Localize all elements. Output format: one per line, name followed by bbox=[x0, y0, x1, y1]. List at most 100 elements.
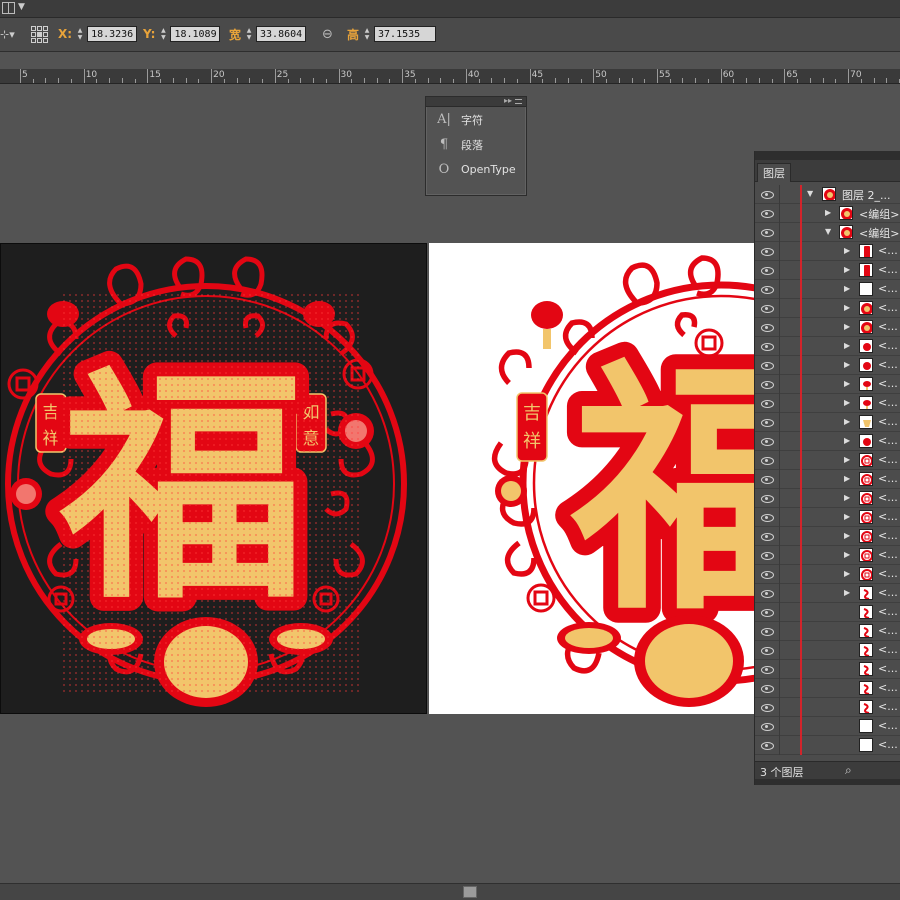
width-stepper[interactable]: ▲ ▼ bbox=[244, 26, 254, 42]
layer-name[interactable]: <... bbox=[878, 244, 898, 257]
sublayer-row[interactable]: ▶ <... bbox=[755, 261, 900, 280]
sublayer-row[interactable]: ▶ <... bbox=[755, 299, 900, 318]
layer-name[interactable]: <... bbox=[878, 434, 898, 447]
width-field[interactable]: 33.8604 bbox=[256, 26, 307, 42]
panel-item-paragraph[interactable]: ¶ 段落 bbox=[426, 132, 526, 157]
horizontal-ruler[interactable]: 5 10 15 20 25 30 35 40 45 50 55 60 65 70 bbox=[0, 69, 900, 84]
layer-name[interactable]: <... bbox=[878, 662, 898, 675]
chevron-down-icon[interactable]: ▼ bbox=[18, 2, 25, 12]
expand-arrow-right-icon[interactable]: ▶ bbox=[844, 265, 850, 274]
layer-name[interactable]: <... bbox=[878, 643, 898, 656]
sublayer-row[interactable]: ▶ <... bbox=[755, 584, 900, 603]
sublayer-row[interactable]: <... bbox=[755, 679, 900, 698]
eye-icon[interactable] bbox=[761, 721, 774, 731]
layer-name[interactable]: <... bbox=[878, 358, 898, 371]
layer-name[interactable]: <... bbox=[878, 586, 898, 599]
horizontal-scrollbar[interactable] bbox=[0, 883, 900, 900]
tab-layers[interactable]: 图层 bbox=[757, 163, 791, 182]
eye-icon[interactable] bbox=[761, 246, 774, 256]
sublayer-row[interactable]: ▶ <... bbox=[755, 375, 900, 394]
expand-arrow-right-icon[interactable]: ▶ bbox=[844, 360, 850, 369]
eye-icon[interactable] bbox=[761, 664, 774, 674]
sublayer-row[interactable]: ▶ <... bbox=[755, 394, 900, 413]
eye-icon[interactable] bbox=[761, 607, 774, 617]
height-stepper[interactable]: ▲ ▼ bbox=[362, 26, 372, 42]
eye-icon[interactable] bbox=[761, 436, 774, 446]
expand-arrow-right-icon[interactable]: ▶ bbox=[844, 398, 850, 407]
layer-name[interactable]: <... bbox=[878, 738, 898, 751]
x-field[interactable]: 18.3236 bbox=[87, 26, 138, 42]
layer-name[interactable]: <... bbox=[878, 396, 898, 409]
sublayer-row[interactable]: ▶ <... bbox=[755, 451, 900, 470]
sublayer-row[interactable]: ▶ <... bbox=[755, 527, 900, 546]
reference-point-icon[interactable] bbox=[31, 26, 48, 43]
sublayer-row[interactable]: ▶ <... bbox=[755, 318, 900, 337]
sublayer-row[interactable]: ▶ <... bbox=[755, 489, 900, 508]
layer-name[interactable]: <... bbox=[878, 301, 898, 314]
eye-icon[interactable] bbox=[761, 398, 774, 408]
eye-icon[interactable] bbox=[761, 208, 774, 218]
eye-icon[interactable] bbox=[761, 550, 774, 560]
expand-arrow-down-icon[interactable]: ▼ bbox=[825, 227, 831, 236]
eye-icon[interactable] bbox=[761, 626, 774, 636]
layer-name[interactable]: <... bbox=[878, 472, 898, 485]
eye-icon[interactable] bbox=[761, 531, 774, 541]
eye-icon[interactable] bbox=[761, 493, 774, 503]
eye-icon[interactable] bbox=[761, 189, 774, 199]
expand-arrow-right-icon[interactable]: ▶ bbox=[844, 493, 850, 502]
expand-arrow-down-icon[interactable]: ▼ bbox=[807, 189, 813, 198]
layer-name[interactable]: <... bbox=[878, 491, 898, 504]
layer-name[interactable]: <... bbox=[878, 548, 898, 561]
layer-name[interactable]: <编组> bbox=[859, 225, 899, 241]
layer-name[interactable]: <... bbox=[878, 567, 898, 580]
panel-item-character[interactable]: A| 字符 bbox=[426, 107, 526, 132]
sublayer-row[interactable]: ▶ <编组> bbox=[755, 204, 900, 223]
height-field[interactable]: 37.1535 bbox=[374, 26, 437, 42]
sublayer-row[interactable]: <... bbox=[755, 603, 900, 622]
expand-arrow-right-icon[interactable]: ▶ bbox=[844, 588, 850, 597]
sublayer-row[interactable]: ▶ <... bbox=[755, 413, 900, 432]
eye-icon[interactable] bbox=[761, 341, 774, 351]
eye-icon[interactable] bbox=[761, 740, 774, 750]
eye-icon[interactable] bbox=[761, 322, 774, 332]
panel-item-opentype[interactable]: O OpenType bbox=[426, 157, 526, 182]
layer-name[interactable]: <... bbox=[878, 700, 898, 713]
expand-arrow-right-icon[interactable]: ▶ bbox=[825, 208, 831, 217]
eye-icon[interactable] bbox=[761, 265, 774, 275]
sublayer-row[interactable]: ▶ <... bbox=[755, 565, 900, 584]
layer-name[interactable]: <... bbox=[878, 681, 898, 694]
panel-resize-grip[interactable] bbox=[755, 779, 900, 785]
sublayer-row[interactable]: ▶ <... bbox=[755, 242, 900, 261]
sublayer-row[interactable]: <... bbox=[755, 660, 900, 679]
transform-options-icon[interactable]: ⊹▾ bbox=[0, 28, 15, 41]
eye-icon[interactable] bbox=[761, 512, 774, 522]
eye-icon[interactable] bbox=[761, 588, 774, 598]
layer-row[interactable]: ▼ 图层 2_... bbox=[755, 185, 900, 204]
x-stepper[interactable]: ▲ ▼ bbox=[75, 26, 85, 42]
expand-arrow-right-icon[interactable]: ▶ bbox=[844, 303, 850, 312]
expand-arrow-right-icon[interactable]: ▶ bbox=[844, 550, 850, 559]
eye-icon[interactable] bbox=[761, 284, 774, 294]
sublayer-row[interactable]: <... bbox=[755, 698, 900, 717]
layer-name[interactable]: <... bbox=[878, 339, 898, 352]
artwork-selected-view[interactable]: 吉 祥 如 意 福 福 bbox=[0, 243, 427, 714]
expand-arrow-right-icon[interactable]: ▶ bbox=[844, 455, 850, 464]
eye-icon[interactable] bbox=[761, 683, 774, 693]
scroll-thumb[interactable] bbox=[463, 886, 477, 898]
layer-name[interactable]: <... bbox=[878, 377, 898, 390]
panel-menu-icon[interactable] bbox=[515, 99, 522, 104]
eye-icon[interactable] bbox=[761, 227, 774, 237]
eye-icon[interactable] bbox=[761, 645, 774, 655]
y-stepper[interactable]: ▲ ▼ bbox=[158, 26, 168, 42]
expand-arrow-right-icon[interactable]: ▶ bbox=[844, 341, 850, 350]
layer-name[interactable]: <... bbox=[878, 510, 898, 523]
layer-name[interactable]: <... bbox=[878, 719, 898, 732]
expand-arrow-right-icon[interactable]: ▶ bbox=[844, 284, 850, 293]
locate-object-icon[interactable]: ⌕ bbox=[845, 763, 852, 778]
collapse-icon[interactable]: ▸▸ bbox=[504, 96, 512, 105]
eye-icon[interactable] bbox=[761, 417, 774, 427]
sublayer-row[interactable]: ▶ <... bbox=[755, 280, 900, 299]
layer-name[interactable]: <编组> bbox=[859, 206, 899, 222]
layer-name[interactable]: <... bbox=[878, 624, 898, 637]
layer-name[interactable]: <... bbox=[878, 282, 898, 295]
